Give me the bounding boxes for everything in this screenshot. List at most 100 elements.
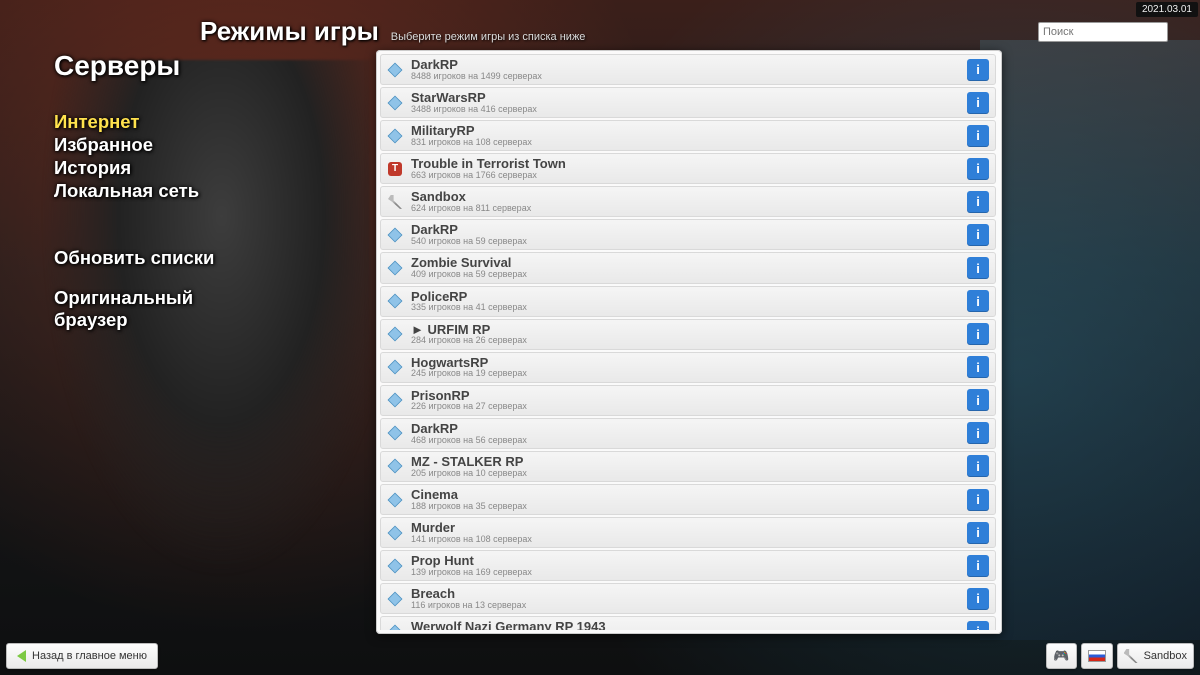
gamemode-row[interactable]: MZ - STALKER RP205 игроков на 10 сервера… [380, 451, 996, 482]
gamemode-meta: 663 игроков на 1766 серверах [411, 171, 959, 180]
gamemode-text: Murder141 игроков на 108 серверах [411, 521, 959, 544]
info-button[interactable]: i [967, 389, 989, 411]
gamemode-row[interactable]: Sandbox624 игроков на 811 серверах i [380, 186, 996, 217]
gamemode-name: DarkRP [411, 58, 959, 72]
sidebar-nav-item-2[interactable]: История [54, 156, 214, 179]
info-button[interactable]: i [967, 257, 989, 279]
gamemode-meta: 284 игроков на 26 серверах [411, 336, 959, 345]
gamemode-scroll[interactable]: DarkRP8488 игроков на 1499 серверахiStar… [380, 54, 998, 630]
original-browser[interactable]: Оригинальный браузер [54, 287, 214, 331]
info-button[interactable]: i [967, 422, 989, 444]
gamemode-text: StarWarsRP3488 игроков на 416 серверах [411, 91, 959, 114]
gamemode-name: Prop Hunt [411, 554, 959, 568]
gamemode-row[interactable]: DarkRP8488 игроков на 1499 серверах i [380, 54, 996, 85]
sidebar-nav: ИнтернетИзбранноеИсторияЛокальная сеть [54, 110, 214, 203]
gamemode-text: ► URFIM RP284 игроков на 26 серверах [411, 323, 959, 346]
gamemode-name: Werwolf Nazi Germany RP 1943 [411, 620, 959, 630]
gamemode-row[interactable]: Murder141 игроков на 108 серверах i [380, 517, 996, 548]
gamemode-row[interactable]: Breach116 игроков на 13 серверахi [380, 583, 996, 614]
search-input[interactable] [1038, 22, 1168, 42]
info-button[interactable]: i [967, 290, 989, 312]
info-button[interactable]: i [967, 158, 989, 180]
gamemode-list-panel: DarkRP8488 игроков на 1499 серверахiStar… [376, 50, 1002, 634]
gamemode-meta: 188 игроков на 35 серверах [411, 502, 959, 511]
cube-icon [387, 62, 403, 78]
bottom-right-bar: 🎮 Sandbox [1046, 643, 1194, 669]
cube-icon [387, 425, 403, 441]
header-title: Режимы игры [200, 16, 379, 47]
gamemode-text: Cinema188 игроков на 35 серверах [411, 488, 959, 511]
gamemode-row[interactable]: ► URFIM RP284 игроков на 26 серверах i [380, 319, 996, 350]
gamemode-row[interactable]: Werwolf Nazi Germany RP 1943113 игроков … [380, 616, 996, 630]
sidebar-nav-item-1[interactable]: Избранное [54, 133, 214, 156]
gamemode-row[interactable]: MilitaryRP831 игроков на 108 серверах i [380, 120, 996, 151]
cube-icon [387, 128, 403, 144]
gamemode-name: Sandbox [411, 190, 959, 204]
gamemode-row[interactable]: HogwartsRP245 игроков на 19 серверахi [380, 352, 996, 383]
info-button[interactable]: i [967, 323, 989, 345]
gamemode-row[interactable]: DarkRP540 игроков на 59 серверахi [380, 219, 996, 250]
gamemode-meta: 335 игроков на 41 серверах [411, 303, 959, 312]
gamemode-row[interactable]: PrisonRP226 игроков на 27 серверах i [380, 385, 996, 416]
info-button[interactable]: i [967, 489, 989, 511]
refresh-lists[interactable]: Обновить списки [54, 247, 214, 269]
gamemode-text: DarkRP468 игроков на 56 серверах [411, 422, 959, 445]
info-button[interactable]: i [967, 522, 989, 544]
gamemode-name: StarWarsRP [411, 91, 959, 105]
gamemode-text: MilitaryRP831 игроков на 108 серверах [411, 124, 959, 147]
gamemode-name: Breach [411, 587, 959, 601]
gamemode-button-label: Sandbox [1144, 650, 1187, 662]
gamemode-meta: 8488 игроков на 1499 серверах [411, 72, 959, 81]
cube-icon [387, 260, 403, 276]
info-button[interactable]: i [967, 356, 989, 378]
header-subtitle: Выберите режим игры из списка ниже [391, 31, 586, 43]
sidebar: Серверы ИнтернетИзбранноеИсторияЛокальна… [54, 50, 214, 331]
gamemode-meta: 624 игроков на 811 серверах [411, 204, 959, 213]
sidebar-nav-item-3[interactable]: Локальная сеть [54, 179, 214, 202]
wrench-icon [387, 194, 403, 210]
info-button[interactable]: i [967, 588, 989, 610]
info-button[interactable]: i [967, 224, 989, 246]
gamemode-text: Trouble in Terrorist Town663 игроков на … [411, 157, 959, 180]
info-button[interactable]: i [967, 455, 989, 477]
gamemode-meta: 226 игроков на 27 серверах [411, 402, 959, 411]
gamemode-name: PrisonRP [411, 389, 959, 403]
gamemode-row[interactable]: StarWarsRP3488 игроков на 416 серверах i [380, 87, 996, 118]
cube-icon [387, 624, 403, 630]
gamemode-row[interactable]: Zombie Survival409 игроков на 59 сервера… [380, 252, 996, 283]
controller-icon: 🎮 [1053, 648, 1069, 664]
cube-icon [387, 525, 403, 541]
flag-ru-icon [1088, 650, 1106, 662]
gamemode-button[interactable]: Sandbox [1117, 643, 1194, 669]
gamemode-row[interactable]: PoliceRP335 игроков на 41 серверах i [380, 286, 996, 317]
gamemode-name: MilitaryRP [411, 124, 959, 138]
gamemode-row[interactable]: Prop Hunt139 игроков на 169 серверах i [380, 550, 996, 581]
gamemode-row[interactable]: DarkRP468 игроков на 56 серверах i [380, 418, 996, 449]
language-button[interactable] [1081, 643, 1113, 669]
sidebar-nav-item-0[interactable]: Интернет [54, 110, 214, 133]
gamemode-row[interactable]: Cinema188 игроков на 35 серверах i [380, 484, 996, 515]
gamemode-row[interactable]: TTrouble in Terrorist Town663 игроков на… [380, 153, 996, 184]
info-button[interactable]: i [967, 59, 989, 81]
info-button[interactable]: i [967, 555, 989, 577]
info-button[interactable]: i [967, 191, 989, 213]
gamemode-text: Prop Hunt139 игроков на 169 серверах [411, 554, 959, 577]
controller-button[interactable]: 🎮 [1046, 643, 1076, 669]
cube-icon [387, 293, 403, 309]
gamemode-text: MZ - STALKER RP205 игроков на 10 сервера… [411, 455, 959, 478]
cube-icon [387, 227, 403, 243]
original-browser-line1: Оригинальный [54, 287, 214, 309]
gamemode-name: Murder [411, 521, 959, 535]
back-button[interactable]: Назад в главное меню [6, 643, 158, 669]
original-browser-line2: браузер [54, 309, 214, 331]
gamemode-name: DarkRP [411, 422, 959, 436]
info-button[interactable]: i [967, 621, 989, 630]
gamemode-text: PoliceRP335 игроков на 41 серверах [411, 290, 959, 313]
info-button[interactable]: i [967, 92, 989, 114]
gamemode-meta: 205 игроков на 10 серверах [411, 469, 959, 478]
gamemode-text: Zombie Survival409 игроков на 59 сервера… [411, 256, 959, 279]
header: Режимы игры Выберите режим игры из списк… [200, 16, 585, 47]
search-box [1038, 22, 1168, 42]
info-button[interactable]: i [967, 125, 989, 147]
background-art-right [980, 40, 1200, 640]
